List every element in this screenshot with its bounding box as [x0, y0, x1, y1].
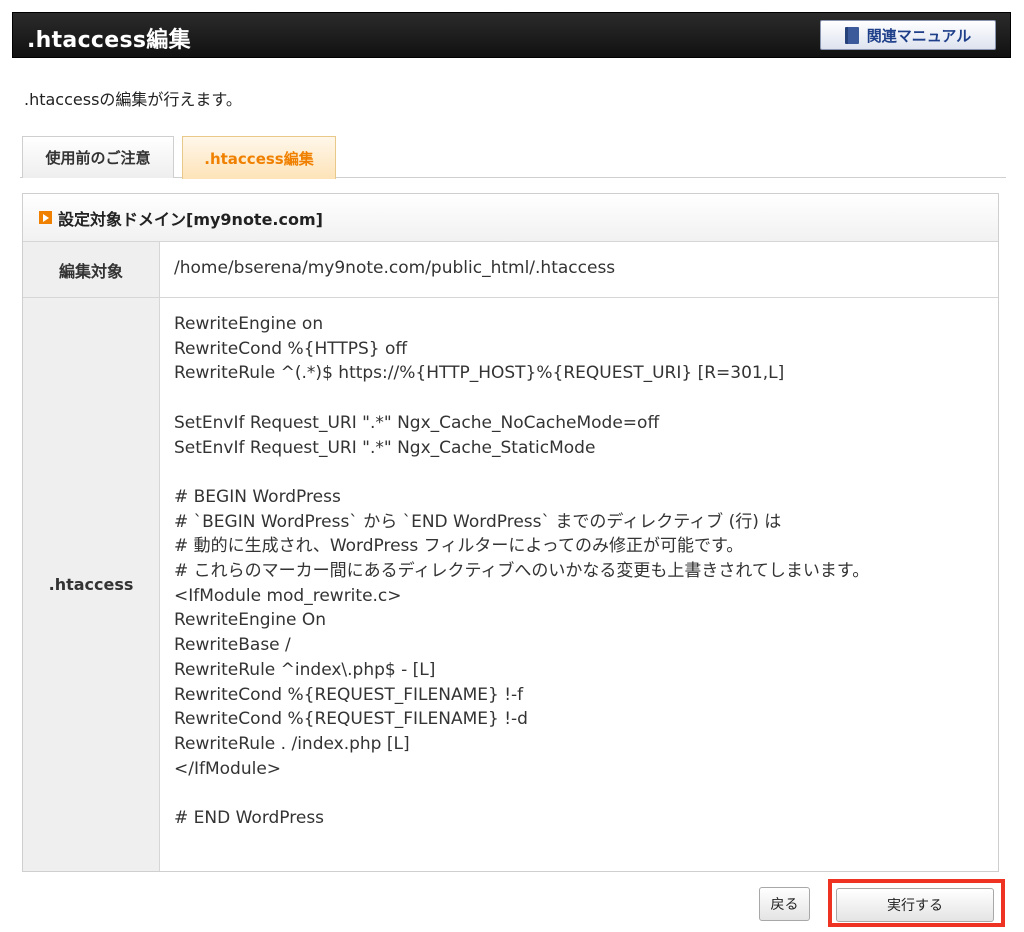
- domain-heading: 設定対象ドメイン[my9note.com]: [58, 209, 323, 229]
- tab-htaccess-edit[interactable]: .htaccess編集: [182, 136, 336, 179]
- edit-panel: 設定対象ドメイン[my9note.com] 編集対象 /home/bserena…: [22, 193, 999, 872]
- page-title: .htaccess編集: [27, 28, 191, 53]
- panel-heading: 設定対象ドメイン[my9note.com]: [23, 194, 998, 242]
- back-button[interactable]: 戻る: [759, 887, 810, 921]
- target-row: 編集対象 /home/bserena/my9note.com/public_ht…: [23, 242, 998, 298]
- related-manual-label: 関連マニュアル: [866, 26, 972, 45]
- execute-button[interactable]: 実行する: [836, 888, 994, 922]
- htaccess-row: .htaccess RewriteEngine on RewriteCond %…: [23, 298, 998, 871]
- book-icon: [844, 26, 859, 44]
- intro-text: .htaccessの編集が行えます。: [24, 90, 242, 109]
- tab-precautions[interactable]: 使用前のご注意: [22, 136, 174, 178]
- htaccess-editor[interactable]: RewriteEngine on RewriteCond %{HTTPS} of…: [174, 312, 984, 852]
- arrow-right-icon: [39, 211, 52, 224]
- page-header: .htaccess編集 関連マニュアル: [12, 12, 1011, 58]
- related-manual-button[interactable]: 関連マニュアル: [820, 20, 996, 50]
- target-label: 編集対象: [23, 242, 160, 297]
- target-path: /home/bserena/my9note.com/public_html/.h…: [174, 258, 616, 278]
- htaccess-label: .htaccess: [23, 298, 160, 871]
- tab-bar: 使用前のご注意 .htaccess編集: [20, 136, 1006, 179]
